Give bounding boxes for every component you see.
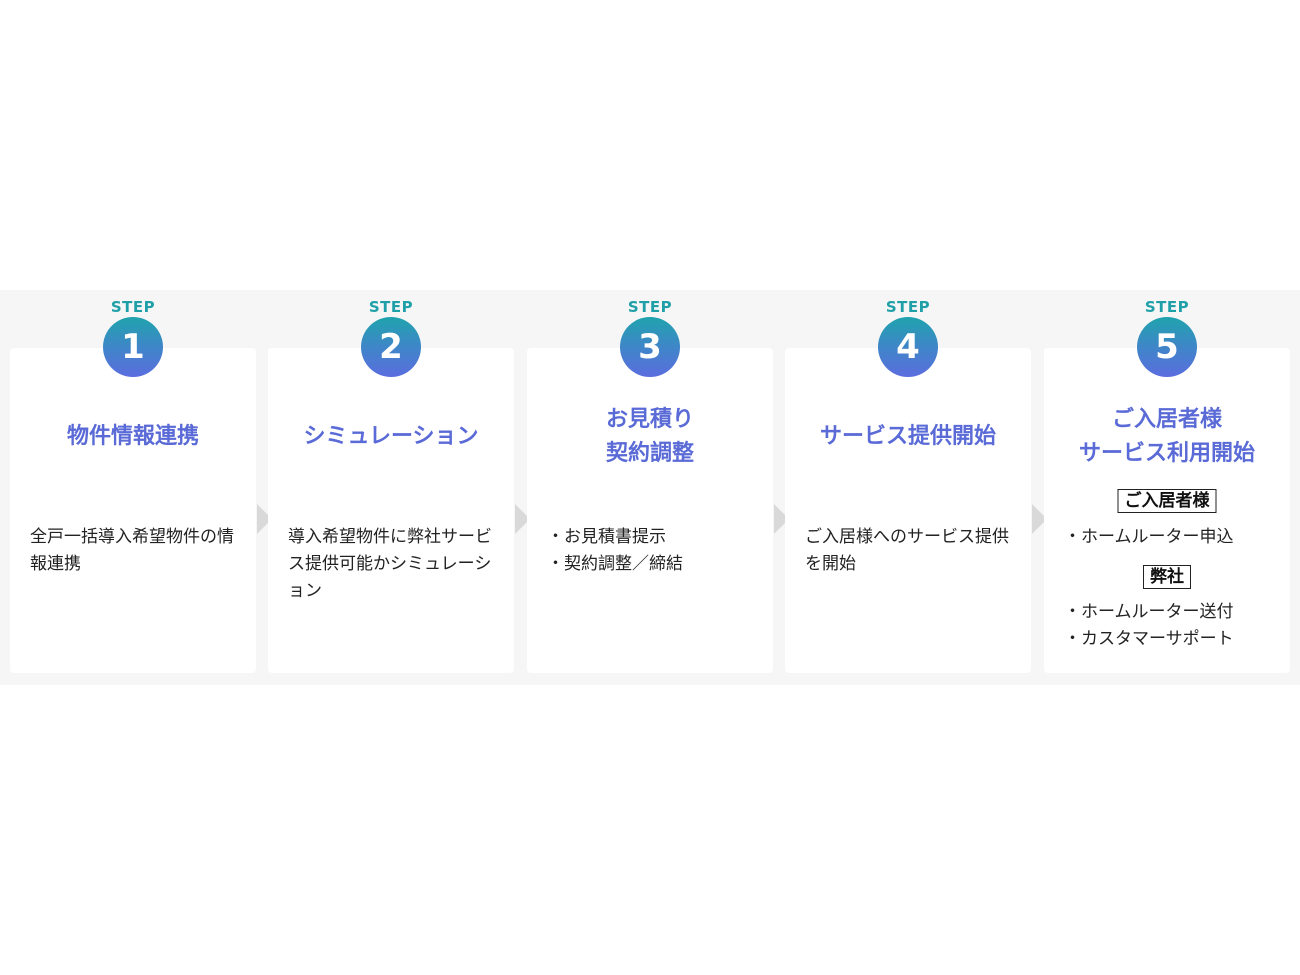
list-item: お見積書提示 (547, 524, 762, 551)
step-title: 物件情報連携 (10, 420, 256, 454)
group-tag-residents: ご入居者様 (1117, 489, 1217, 513)
list-item: ホームルーター申込 (1064, 524, 1279, 551)
list-item: 契約調整／締結 (547, 551, 762, 578)
step-card-3: STEP 3 お見積り 契約調整 お見積書提示 契約調整／締結 (527, 298, 773, 673)
step-title-line: シミュレーション (303, 424, 479, 449)
step-title: ご入居者様 サービス利用開始 (1044, 403, 1290, 471)
step-card-5: STEP 5 ご入居者様 サービス利用開始 ご入居者様 ホームルーター申込 弊社… (1044, 298, 1290, 673)
step-title-line: サービス利用開始 (1078, 441, 1255, 466)
step-header: STEP 5 (1044, 298, 1290, 377)
step-header: STEP 1 (10, 298, 256, 377)
list-item: カスタマーサポート (1064, 626, 1279, 653)
step-description: ご入居様へのサービス提供を開始 (805, 527, 1009, 574)
step-title-line: ご入居者様 (1111, 407, 1222, 432)
list-item: ホームルーター送付 (1064, 599, 1279, 626)
step-title-line: 契約調整 (605, 441, 694, 466)
step-title-line: サービス提供開始 (819, 424, 996, 449)
step-card-1: STEP 1 物件情報連携 全戸一括導入希望物件の情報連携 (10, 298, 256, 673)
step-description: 全戸一括導入希望物件の情報連携 (30, 527, 234, 574)
step-bullet-list: お見積書提示 契約調整／締結 (547, 524, 762, 578)
step-label: STEP (1144, 298, 1190, 316)
step-title-line: 物件情報連携 (66, 424, 199, 449)
step-title: お見積り 契約調整 (527, 403, 773, 471)
step-header: STEP 2 (268, 298, 514, 377)
step-title: サービス提供開始 (785, 420, 1031, 454)
step-description: 導入希望物件に弊社サービス提供可能かシミュレーション (288, 527, 492, 601)
step-header: STEP 4 (785, 298, 1031, 377)
step-label: STEP (885, 298, 931, 316)
step-label: STEP (110, 298, 156, 316)
step-label: STEP (368, 298, 414, 316)
step-number-badge: 4 (878, 317, 938, 377)
step-bullet-list: ホームルーター申込 (1064, 524, 1279, 551)
step-card-4: STEP 4 サービス提供開始 ご入居様へのサービス提供を開始 (785, 298, 1031, 673)
step-number-badge: 2 (361, 317, 421, 377)
step-bullet-list: ホームルーター送付 カスタマーサポート (1064, 599, 1279, 653)
step-number-badge: 1 (103, 317, 163, 377)
step-title: シミュレーション (268, 420, 514, 454)
step-number-badge: 5 (1137, 317, 1197, 377)
step-header: STEP 3 (527, 298, 773, 377)
step-label: STEP (627, 298, 673, 316)
step-card-2: STEP 2 シミュレーション 導入希望物件に弊社サービス提供可能かシミュレーシ… (268, 298, 514, 673)
step-title-line: お見積り (605, 407, 694, 432)
group-tag-company: 弊社 (1143, 565, 1191, 589)
step-number-badge: 3 (620, 317, 680, 377)
